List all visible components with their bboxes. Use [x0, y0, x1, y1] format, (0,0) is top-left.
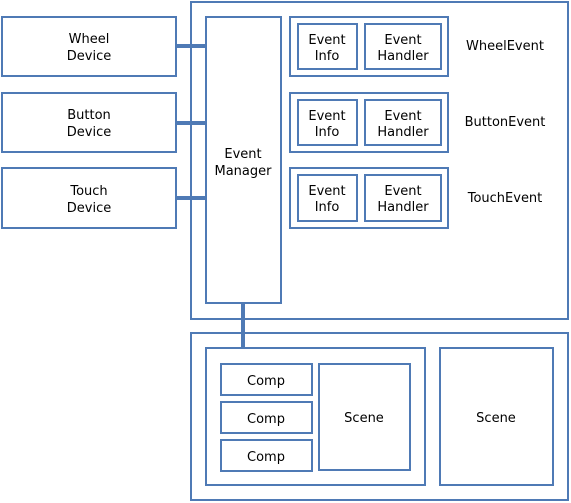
label: Info [315, 200, 340, 215]
label: Event [384, 33, 421, 48]
event-architecture-diagram: Wheel Device Button Device Touch Device … [1, 1, 569, 501]
label: Scene [344, 411, 384, 426]
label: Device [67, 49, 111, 64]
event-manager: Event Manager [205, 16, 282, 304]
label: Event [384, 109, 421, 124]
label: Scene [476, 411, 516, 426]
label: Event [308, 184, 345, 199]
label: Comp [247, 374, 285, 389]
label: Handler [377, 200, 429, 215]
label: Handler [377, 49, 429, 64]
button-device: Button Device [1, 92, 177, 153]
label: TouchEvent [467, 191, 543, 206]
wheel-device: Wheel Device [1, 16, 177, 77]
label: Device [67, 125, 111, 140]
label: Device [67, 201, 111, 216]
label: Manager [215, 164, 273, 179]
label: Comp [247, 450, 285, 465]
label: Info [315, 49, 340, 64]
label: Button [67, 108, 111, 123]
label: Event [224, 147, 261, 162]
label: ButtonEvent [465, 115, 546, 130]
label: WheelEvent [466, 39, 544, 54]
scene-group: Comp Comp Comp Scene [205, 347, 426, 486]
label: Event [384, 184, 421, 199]
label: Event [308, 33, 345, 48]
label: Event [308, 109, 345, 124]
label: Info [315, 125, 340, 140]
scene-right: Scene [439, 347, 554, 486]
label: Touch [69, 184, 107, 199]
touch-device: Touch Device [1, 167, 177, 229]
label: Comp [247, 412, 285, 427]
label: Wheel [69, 32, 110, 47]
label: Handler [377, 125, 429, 140]
